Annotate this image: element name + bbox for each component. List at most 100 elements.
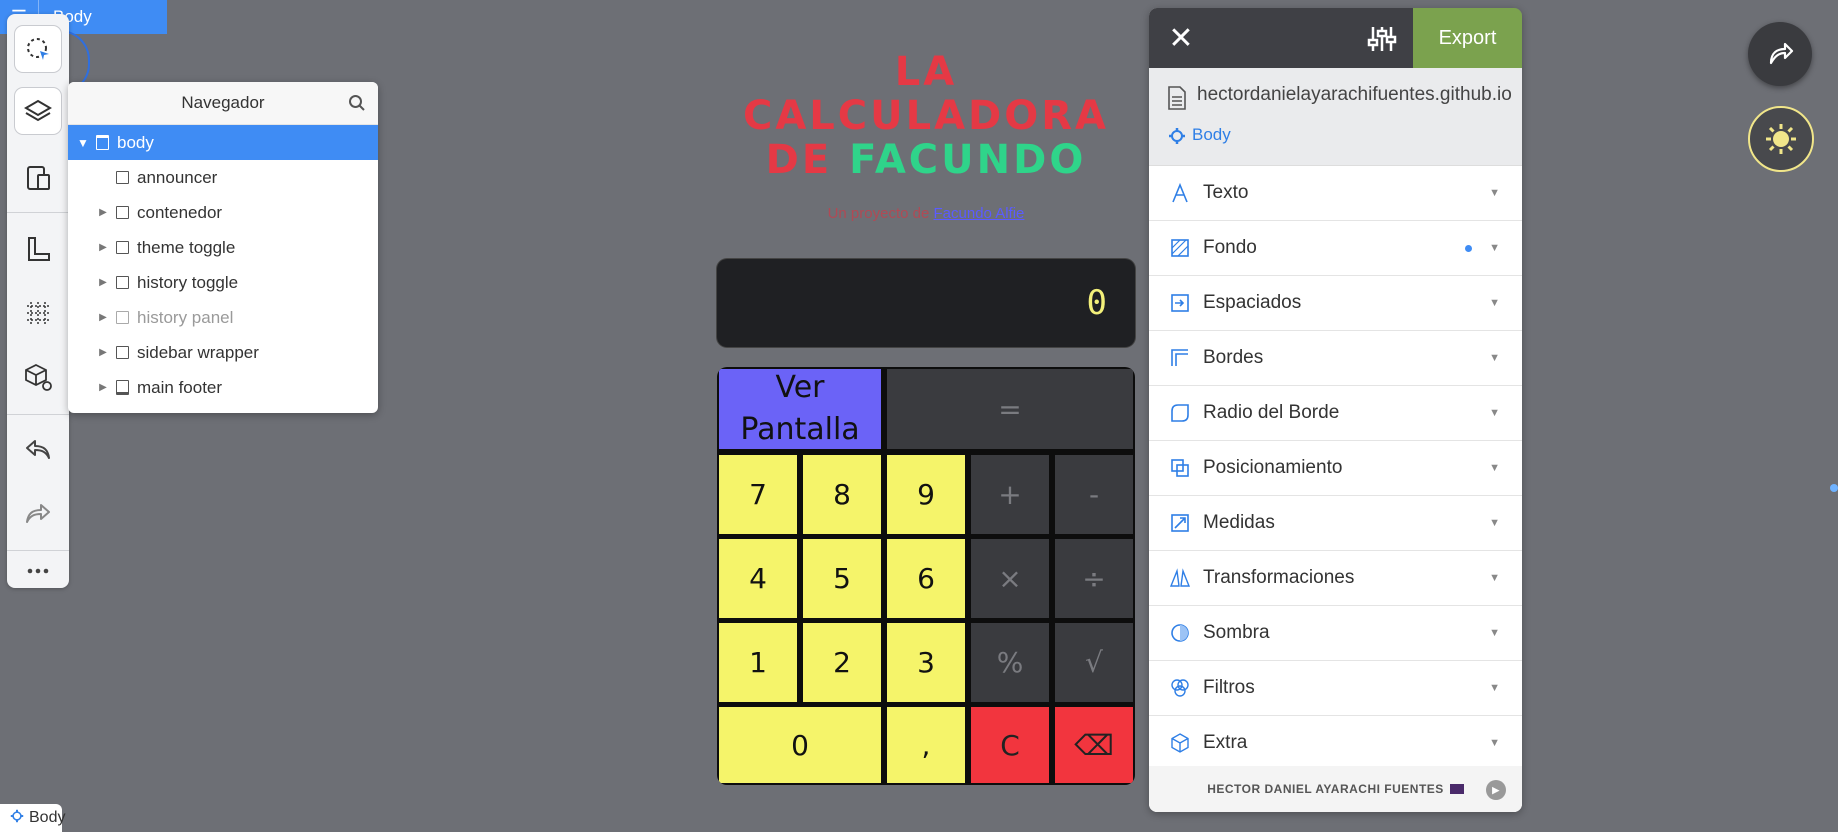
section-extra[interactable]: Extra ▼ <box>1149 716 1522 771</box>
tree-item-history-toggle[interactable]: ▶ history toggle <box>68 265 378 300</box>
key-6[interactable]: 6 <box>887 539 965 618</box>
tree-item-theme-toggle[interactable]: ▶ theme toggle <box>68 230 378 265</box>
modified-indicator <box>1465 244 1472 252</box>
backspace-button[interactable]: ⌫ <box>1055 707 1133 783</box>
plus-button[interactable]: + <box>971 455 1049 534</box>
theme-toggle-button[interactable] <box>1748 106 1814 172</box>
search-icon[interactable] <box>348 94 366 117</box>
close-icon[interactable]: ✕ <box>1163 20 1199 56</box>
responsive-devices-icon[interactable] <box>15 154 61 200</box>
section-label: Medidas <box>1203 512 1275 533</box>
section-fondo[interactable]: Fondo ▼ <box>1149 221 1522 276</box>
panel-info: hectordanielayarachifuentes.github.io Bo… <box>1149 68 1522 166</box>
key-9[interactable]: 9 <box>887 455 965 534</box>
multiply-button[interactable]: × <box>971 539 1049 618</box>
edge-handle[interactable] <box>1830 484 1838 492</box>
background-icon <box>1169 237 1191 259</box>
layers-icon[interactable] <box>15 88 61 134</box>
key-1[interactable]: 1 <box>719 623 797 702</box>
chevron-down-icon: ▼ <box>1489 462 1500 474</box>
section-label: Espaciados <box>1203 292 1302 313</box>
collapsed-caret-icon[interactable]: ▶ <box>96 207 110 218</box>
expand-caret-icon[interactable]: ▼ <box>76 136 90 150</box>
navigator-panel: Navegador ▼ body announcer ▶ contenedor … <box>68 82 378 413</box>
ver-pantalla-line-2: Pantalla <box>740 412 860 447</box>
element-box-icon <box>116 171 129 184</box>
collapsed-caret-icon[interactable]: ▶ <box>96 312 110 323</box>
grid-icon[interactable] <box>15 290 61 336</box>
navigator-title: Navegador <box>181 93 265 112</box>
key-8[interactable]: 8 <box>803 455 881 534</box>
more-options-icon[interactable] <box>15 560 61 582</box>
sqrt-button[interactable]: √ <box>1055 623 1133 702</box>
section-radio-del-borde[interactable]: Radio del Borde ▼ <box>1149 386 1522 441</box>
element-gear-icon <box>1168 127 1186 150</box>
section-transformaciones[interactable]: Transformaciones ▼ <box>1149 551 1522 606</box>
bottom-element-tag[interactable]: Body <box>0 804 66 832</box>
ruler-icon[interactable] <box>15 226 61 272</box>
undo-icon[interactable] <box>15 426 61 472</box>
percent-button[interactable]: % <box>971 623 1049 702</box>
display-value: 0 <box>1086 283 1107 323</box>
tree-item-body[interactable]: ▼ body <box>68 125 378 160</box>
chevron-down-icon: ▼ <box>1489 242 1500 254</box>
tree-item-history-panel[interactable]: ▶ history panel <box>68 300 378 335</box>
calculator-keypad: Ver Pantalla = 7 8 9 + - 4 5 6 × ÷ 1 2 3… <box>717 367 1135 785</box>
shadow-icon <box>1169 622 1191 644</box>
key-7[interactable]: 7 <box>719 455 797 534</box>
key-5[interactable]: 5 <box>803 539 881 618</box>
tree-item-sidebar-wrapper[interactable]: ▶ sidebar wrapper <box>68 335 378 370</box>
section-texto[interactable]: Texto ▼ <box>1149 166 1522 221</box>
transform-icon <box>1169 567 1191 589</box>
redo-icon[interactable] <box>15 490 61 536</box>
3d-view-icon[interactable] <box>15 354 61 400</box>
collapsed-caret-icon[interactable]: ▶ <box>96 382 110 393</box>
section-posicionamiento[interactable]: Posicionamiento ▼ <box>1149 441 1522 496</box>
chevron-down-icon: ▼ <box>1489 297 1500 309</box>
comma-button[interactable]: , <box>887 707 965 783</box>
chevron-down-icon: ▼ <box>1489 627 1500 639</box>
ver-pantalla-button[interactable]: Ver Pantalla <box>719 369 881 449</box>
chevron-down-icon: ▼ <box>1489 407 1500 419</box>
tree-item-label: sidebar wrapper <box>137 342 259 362</box>
tree-item-main-footer[interactable]: ▶ main footer <box>68 370 378 405</box>
section-label: Fondo <box>1203 237 1257 258</box>
key-2[interactable]: 2 <box>803 623 881 702</box>
section-label: Transformaciones <box>1203 567 1355 588</box>
section-label: Sombra <box>1203 622 1270 643</box>
equals-button[interactable]: = <box>887 369 1133 449</box>
clear-button[interactable]: C <box>971 707 1049 783</box>
share-arrow-button[interactable] <box>1748 22 1812 86</box>
section-label: Radio del Borde <box>1203 402 1340 423</box>
title-line-3: DE FACUNDO <box>700 138 1152 182</box>
tree-item-contenedor[interactable]: ▶ contenedor <box>68 195 378 230</box>
tree-item-label: history panel <box>137 307 234 327</box>
play-icon[interactable]: ▶ <box>1486 780 1506 800</box>
tree-item-label: body <box>117 132 154 152</box>
tree-item-announcer[interactable]: announcer <box>68 160 378 195</box>
collapsed-caret-icon[interactable]: ▶ <box>96 242 110 253</box>
minus-button[interactable]: - <box>1055 455 1133 534</box>
export-button[interactable]: Export <box>1413 8 1522 68</box>
element-box-icon <box>96 135 109 150</box>
section-espaciados[interactable]: Espaciados ▼ <box>1149 276 1522 331</box>
key-0[interactable]: 0 <box>719 707 881 783</box>
author-link[interactable]: Facundo Alfie <box>934 205 1025 222</box>
key-4[interactable]: 4 <box>719 539 797 618</box>
selected-element-label[interactable]: Body <box>1192 125 1231 145</box>
section-filtros[interactable]: Filtros ▼ <box>1149 661 1522 716</box>
extra-icon <box>1169 732 1191 754</box>
bottom-tag-label: Body <box>29 809 66 826</box>
section-bordes[interactable]: Bordes ▼ <box>1149 331 1522 386</box>
collapsed-caret-icon[interactable]: ▶ <box>96 277 110 288</box>
element-box-icon <box>116 311 129 324</box>
section-medidas[interactable]: Medidas ▼ <box>1149 496 1522 551</box>
chevron-down-icon: ▼ <box>1489 187 1500 199</box>
key-3[interactable]: 3 <box>887 623 965 702</box>
divide-button[interactable]: ÷ <box>1055 539 1133 618</box>
sliders-icon[interactable] <box>1365 22 1399 56</box>
select-tool-icon[interactable] <box>15 26 61 72</box>
section-sombra[interactable]: Sombra ▼ <box>1149 606 1522 661</box>
borders-icon <box>1169 347 1191 369</box>
collapsed-caret-icon[interactable]: ▶ <box>96 347 110 358</box>
